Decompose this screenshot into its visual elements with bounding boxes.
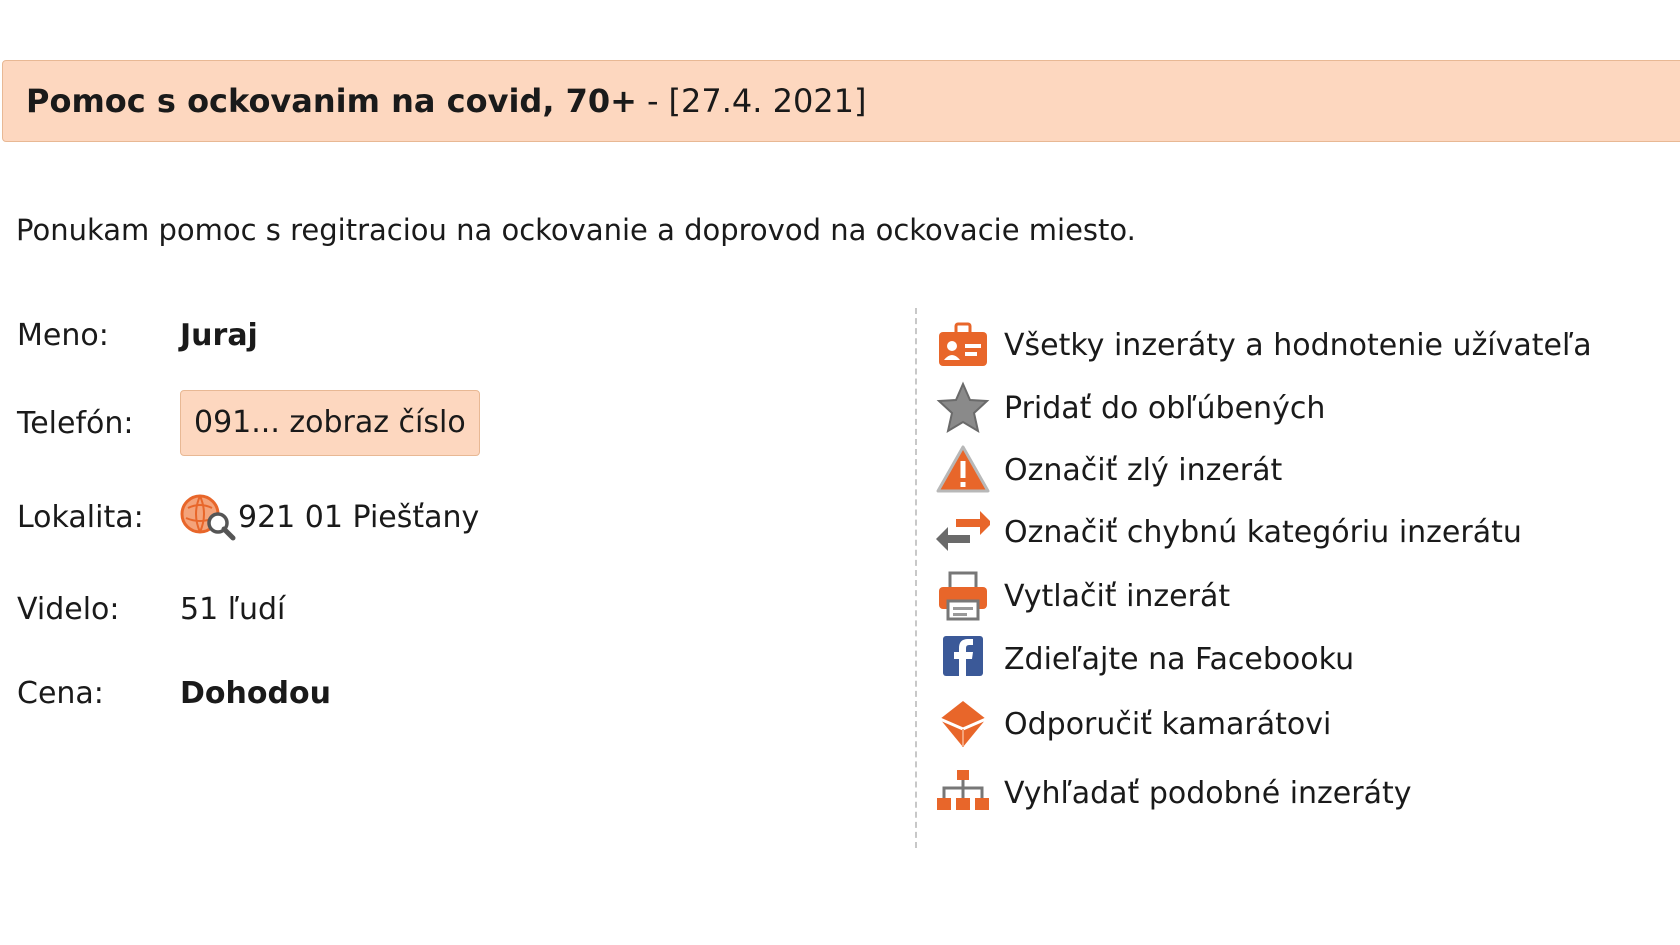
ad-header: Pomoc s ockovanim na covid, 70+ - [27.4.… (2, 60, 1680, 142)
action-label: Označiť zlý inzerát (1004, 452, 1283, 488)
action-report-category[interactable]: Označiť chybnú kategóriu inzerátu (936, 505, 1522, 559)
views-label: Videlo: (17, 592, 120, 627)
column-divider (915, 308, 917, 848)
sitemap-icon (936, 766, 990, 820)
action-recommend-friend[interactable]: Odporučiť kamarátovi (936, 697, 1331, 751)
action-share-facebook[interactable]: Zdieľajte na Facebooku (936, 632, 1354, 686)
action-label: Vytlačiť inzerát (1004, 578, 1231, 614)
name-value: Juraj (180, 318, 258, 353)
ad-date: [27.4. 2021] (668, 82, 867, 120)
location-row: Lokalita: 921 01 Piešťany (17, 492, 479, 542)
price-value: Dohodou (180, 676, 331, 711)
price-row: Cena: Dohodou (17, 676, 331, 711)
warning-icon (936, 443, 990, 497)
user-card-icon (936, 318, 990, 372)
action-report-ad[interactable]: Označiť zlý inzerát (936, 443, 1282, 497)
map-search-icon[interactable] (180, 492, 238, 542)
location-label: Lokalita: (17, 499, 144, 535)
name-row: Meno: Juraj (17, 318, 258, 353)
facebook-icon (936, 632, 990, 686)
action-search-similar[interactable]: Vyhľadať podobné inzeráty (936, 766, 1411, 820)
action-label: Vyhľadať podobné inzeráty (1004, 775, 1412, 811)
title-separator: - (646, 82, 659, 120)
envelope-icon (936, 697, 990, 751)
action-label: Zdieľajte na Facebooku (1004, 641, 1355, 677)
action-label: Všetky inzeráty a hodnotenie užívateľa (1004, 327, 1592, 363)
action-user-ads[interactable]: Všetky inzeráty a hodnotenie užívateľa (936, 318, 1592, 372)
action-label: Označiť chybnú kategóriu inzerátu (1004, 514, 1522, 550)
name-label: Meno: (17, 318, 109, 353)
ad-title: Pomoc s ockovanim na covid, 70+ (26, 82, 637, 120)
price-label: Cena: (17, 676, 104, 711)
views-value: 51 ľudí (180, 592, 286, 627)
action-add-favorite[interactable]: Pridať do obľúbených (936, 381, 1325, 435)
action-label: Odporučiť kamarátovi (1004, 706, 1332, 742)
action-label: Pridať do obľúbených (1004, 390, 1326, 426)
swap-arrows-icon (936, 505, 990, 559)
printer-icon (936, 569, 990, 623)
show-phone-button[interactable]: 091... zobraz číslo (180, 390, 480, 456)
views-row: Videlo: 51 ľudí (17, 592, 285, 627)
location-value[interactable]: 921 01 Piešťany (238, 500, 479, 535)
action-print-ad[interactable]: Vytlačiť inzerát (936, 569, 1230, 623)
phone-row: Telefón: 091... zobraz číslo (17, 390, 480, 456)
ad-description: Ponukam pomoc s regitraciou na ockovanie… (16, 213, 1136, 247)
star-icon (936, 381, 990, 435)
phone-label: Telefón: (17, 405, 134, 441)
